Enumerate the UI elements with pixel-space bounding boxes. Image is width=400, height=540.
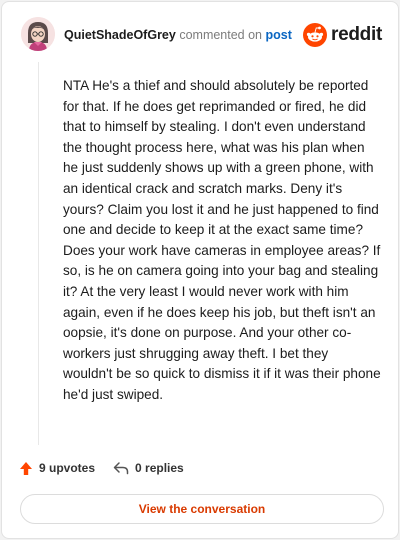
comment-body: NTA He's a thief and should absolutely b…: [63, 78, 381, 402]
reply-count: 0 replies: [135, 461, 184, 475]
upvote-arrow-icon: [20, 461, 32, 475]
comment-actions: 9 upvotes 0 replies: [19, 458, 184, 478]
byline: QuietShadeOfGrey commented on post: [64, 28, 292, 42]
upvote-count: 9 upvotes: [39, 461, 96, 475]
post-link[interactable]: post: [266, 28, 292, 42]
reddit-snoo-icon: [303, 23, 328, 47]
reply-arrow-icon: [113, 462, 129, 475]
comment-card: QuietShadeOfGrey commented on post reddi…: [1, 1, 399, 539]
upvote-button[interactable]: 9 upvotes: [19, 461, 95, 476]
replies-button[interactable]: 0 replies: [113, 461, 184, 475]
username-link[interactable]: QuietShadeOfGrey: [64, 28, 176, 42]
avatar-image: [21, 17, 55, 51]
action-text: commented on: [179, 28, 263, 42]
avatar[interactable]: [21, 17, 55, 51]
reddit-wordmark: reddit: [331, 24, 382, 45]
thread-line: [38, 62, 39, 445]
view-conversation-button[interactable]: View the conversation: [20, 494, 384, 524]
comment-header: QuietShadeOfGrey commented on post reddi…: [2, 2, 398, 66]
reddit-logo[interactable]: reddit: [303, 22, 382, 48]
